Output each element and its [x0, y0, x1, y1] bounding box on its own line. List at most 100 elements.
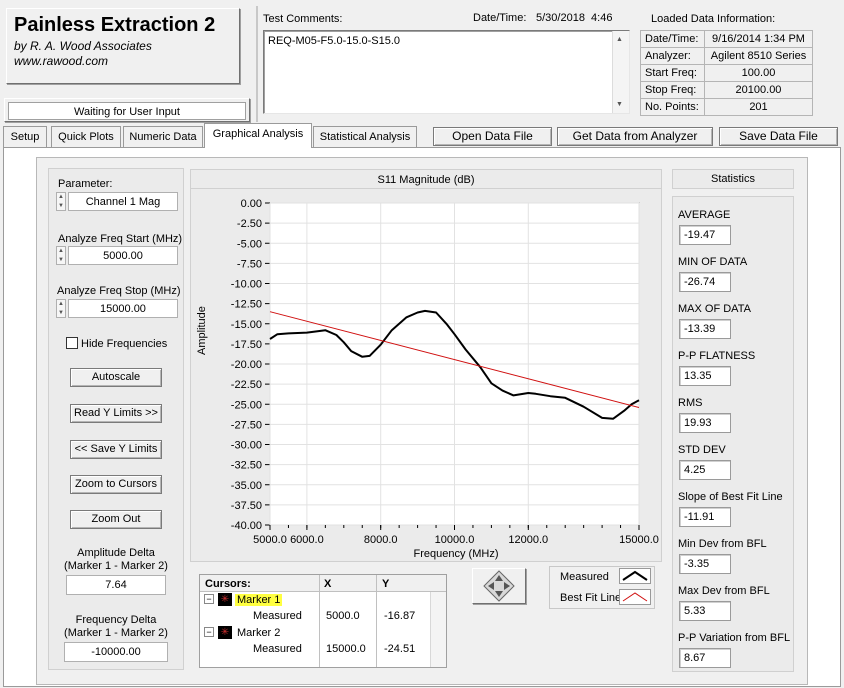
save-y-limits-button[interactable]: << Save Y Limits	[70, 440, 162, 459]
y-tick-label: -12.50	[231, 299, 262, 311]
y-tick-label: -40.00	[231, 520, 262, 532]
graph-title: S11 Magnitude (dB)	[377, 174, 475, 186]
y-tick-label: -25.00	[231, 399, 262, 411]
stat-label: P-P FLATNESS	[678, 350, 756, 362]
legend-measured-swatch[interactable]	[619, 568, 651, 584]
amp-delta-label: Amplitude Delta	[77, 547, 155, 559]
stat-value: -19.47	[679, 225, 731, 245]
scroll-down-icon[interactable]: ▼	[616, 101, 623, 108]
marker2-label[interactable]: Marker 2	[237, 627, 280, 639]
y-tick-label: -7.50	[237, 258, 262, 270]
datetime-value: 5/30/2018 4:46	[536, 12, 613, 24]
marker2-measured: Measured	[253, 643, 302, 655]
freq-stop-label: Analyze Freq Stop (MHz)	[57, 285, 181, 297]
y-tick-label: -20.00	[231, 359, 262, 371]
app-website: www.rawood.com	[14, 54, 109, 68]
stat-label: STD DEV	[678, 444, 726, 456]
stat-label: Slope of Best Fit Line	[678, 491, 783, 503]
parameter-select[interactable]: Channel 1 Mag	[68, 192, 178, 211]
legend-measured-label: Measured	[560, 571, 609, 583]
cursor-scrollbar[interactable]	[430, 592, 446, 667]
freq-delta-value: -10000.00	[64, 642, 168, 662]
y-tick-label: -15.00	[231, 319, 262, 331]
y-tick-label: -30.00	[231, 440, 262, 452]
info-key: Start Freq:	[640, 64, 705, 82]
y-tick-label: -2.50	[237, 218, 262, 230]
s11-chart[interactable]: 0.00 -2.50 -5.00 -7.50 -10.00 -12.50 -15.00 -17…	[190, 188, 662, 564]
marker2-x: 15000.0	[326, 643, 366, 655]
freq-start-input[interactable]: 5000.00	[68, 246, 178, 265]
stat-value: -3.35	[679, 554, 731, 574]
tab-graphical-analysis[interactable]: Graphical Analysis	[204, 123, 312, 148]
cursor-header-y: Y	[382, 578, 390, 590]
hide-frequencies-checkbox[interactable]	[66, 337, 78, 349]
y-tick-label: -32.50	[231, 460, 262, 472]
stat-label: AVERAGE	[678, 209, 731, 221]
freq-delta-label: Frequency Delta	[75, 614, 157, 626]
stat-value: -13.39	[679, 319, 731, 339]
open-data-file-button[interactable]: Open Data File	[433, 127, 552, 146]
x-tick-label: 5000.0	[253, 534, 287, 546]
autoscale-button[interactable]: Autoscale	[70, 368, 162, 387]
marker1-icon: ✳	[218, 593, 232, 606]
parameter-spinner[interactable]: ▲ ▼	[56, 192, 66, 211]
stat-value: 4.25	[679, 460, 731, 480]
info-row: Analyzer: Agilent 8510 Series	[640, 47, 813, 65]
y-tick-label: -37.50	[231, 500, 262, 512]
marker2-y: -24.51	[384, 643, 416, 655]
header-divider	[256, 6, 258, 122]
stat-label: MIN OF DATA	[678, 256, 748, 268]
collapse-icon[interactable]: −	[204, 627, 214, 637]
marker1-x: 5000.0	[326, 610, 360, 622]
stat-value: -26.74	[679, 272, 731, 292]
comments-label: Test Comments:	[263, 13, 343, 25]
freq-stop-spinner[interactable]: ▲ ▼	[56, 299, 66, 318]
legend-bfl-swatch[interactable]	[619, 589, 651, 605]
tab-statistical-analysis[interactable]: Statistical Analysis	[313, 126, 417, 147]
freq-delta-sublabel: (Marker 1 - Marker 2)	[64, 627, 168, 639]
freq-start-spinner[interactable]: ▲ ▼	[56, 246, 66, 265]
info-key: Analyzer:	[640, 47, 705, 65]
info-value: 9/16/2014 1:34 PM	[704, 30, 813, 48]
cursor-col-sep	[319, 575, 320, 667]
x-tick-label: 12000.0	[508, 534, 548, 546]
save-data-file-button[interactable]: Save Data File	[719, 127, 838, 146]
cursor-header-x: X	[324, 578, 332, 590]
statistics-title: Statistics	[710, 173, 755, 185]
y-axis-label: Amplitude	[196, 306, 208, 355]
marker1-label[interactable]: Marker 1	[235, 594, 283, 606]
stat-label: Min Dev from BFL	[678, 538, 767, 550]
read-y-limits-button[interactable]: Read Y Limits >>	[70, 404, 162, 423]
info-row: Stop Freq: 20100.00	[640, 81, 813, 99]
info-value: Agilent 8510 Series	[704, 47, 813, 65]
freq-stop-input[interactable]: 15000.00	[68, 299, 178, 318]
stat-label: Max Dev from BFL	[678, 585, 770, 597]
cursor-move-icon	[483, 570, 515, 602]
zoom-out-button[interactable]: Zoom Out	[70, 510, 162, 529]
cursor-header-name: Cursors:	[205, 578, 251, 590]
tab-quick-plots[interactable]: Quick Plots	[51, 126, 121, 147]
info-key: No. Points:	[640, 98, 705, 116]
scroll-up-icon[interactable]: ▲	[616, 36, 623, 43]
x-tick-label: 6000.0	[290, 534, 324, 546]
app-title: Painless Extraction 2	[14, 14, 216, 36]
stat-label: MAX OF DATA	[678, 303, 751, 315]
y-tick-label: 0.00	[241, 198, 262, 210]
info-key: Stop Freq:	[640, 81, 705, 99]
tab-numeric-data[interactable]: Numeric Data	[123, 126, 203, 147]
x-tick-label: 8000.0	[364, 534, 398, 546]
y-tick-label: -17.50	[231, 339, 262, 351]
get-data-button[interactable]: Get Data from Analyzer	[557, 127, 713, 146]
stat-value: 13.35	[679, 366, 731, 386]
collapse-icon[interactable]: −	[204, 594, 214, 604]
y-tick-label: -35.00	[231, 480, 262, 492]
y-tick-label: -5.00	[237, 238, 262, 250]
marker2-icon: ✳	[218, 626, 232, 639]
x-axis-label: Frequency (MHz)	[413, 548, 499, 560]
zoom-to-cursors-button[interactable]: Zoom to Cursors	[70, 475, 162, 494]
stat-label: P-P Variation from BFL	[678, 632, 791, 644]
tab-setup[interactable]: Setup	[3, 126, 47, 147]
info-key: Date/Time:	[640, 30, 705, 48]
info-row: Start Freq: 100.00	[640, 64, 813, 82]
comments-text: REQ-M05-F5.0-15.0-S15.0	[268, 35, 401, 47]
